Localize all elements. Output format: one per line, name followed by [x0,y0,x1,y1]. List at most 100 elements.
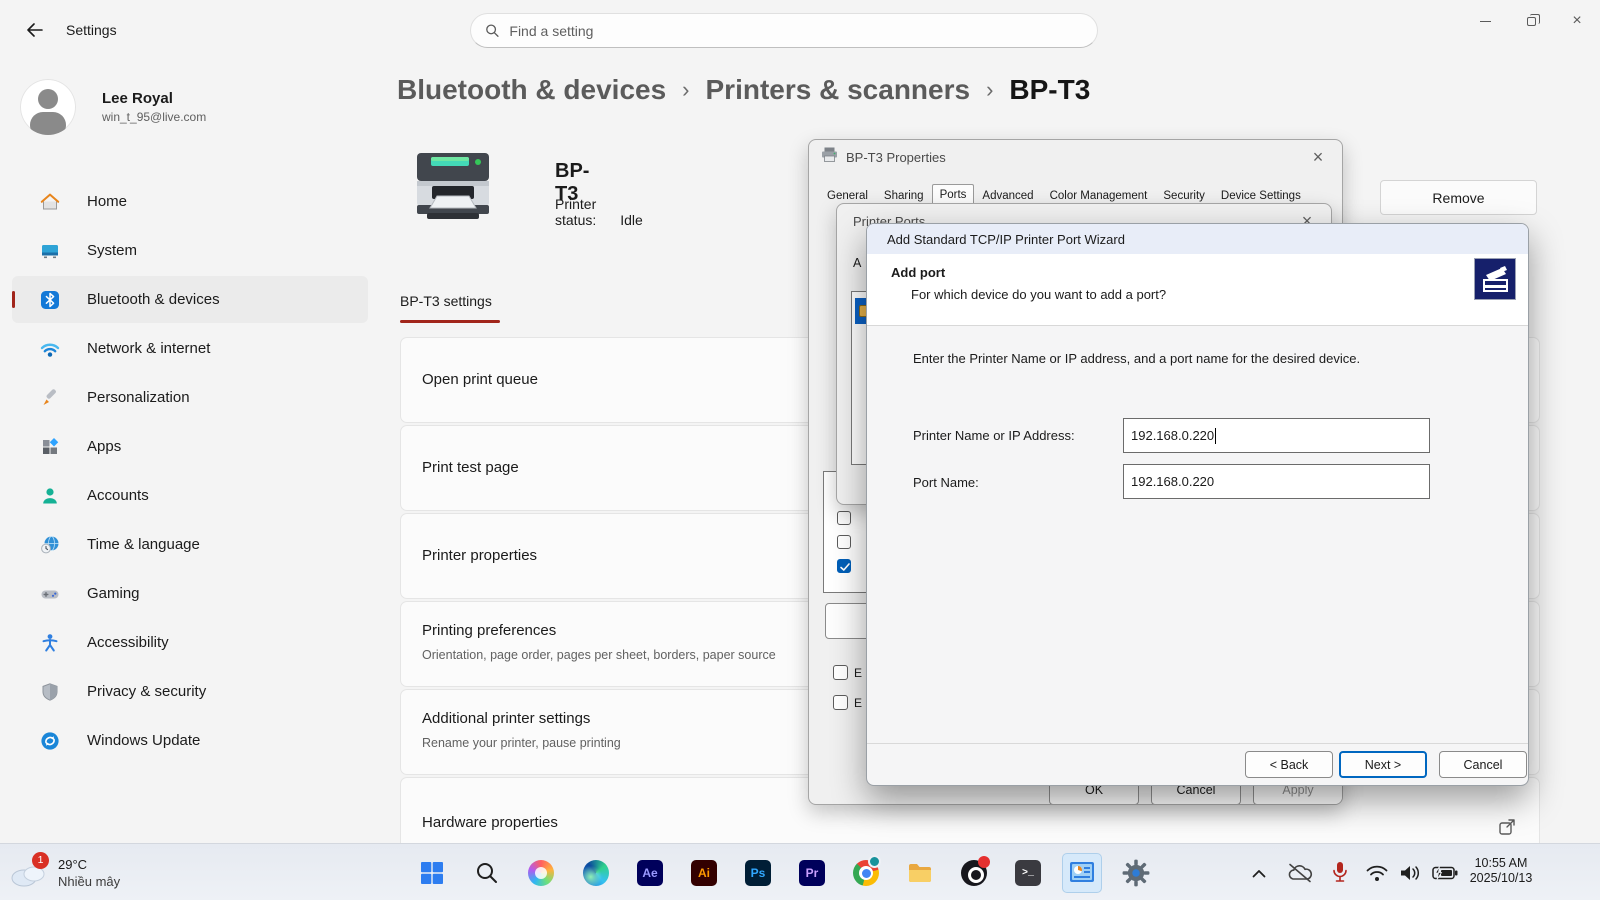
search-input[interactable] [509,23,1083,39]
restore-icon [1527,17,1536,26]
sidebar-item-time-language[interactable]: Time & language [12,521,368,568]
ports-label-fragment: A [853,256,861,270]
close-icon: × [1572,13,1581,29]
port-checkbox[interactable] [837,535,851,549]
wizard-cancel-button[interactable]: Cancel [1439,751,1527,778]
back-button[interactable]: < Back [1245,751,1333,778]
breadcrumb-printers-scanners[interactable]: Printers & scanners [706,74,971,106]
weather-temp: 29°C [58,857,120,872]
person-icon [40,486,60,506]
enable-checkbox-1[interactable]: E [833,665,862,680]
clock-time: 10:55 AM [1455,856,1547,870]
printer-status: Printer status:Idle [555,196,643,228]
user-name: Lee Royal [102,90,206,107]
copilot-icon [528,860,554,886]
search-box[interactable] [470,13,1098,48]
sidebar-item-gaming[interactable]: Gaming [12,570,368,617]
sidebar-item-accounts[interactable]: Accounts [12,472,368,519]
sidebar-item-bluetooth-devices[interactable]: Bluetooth & devices [12,276,368,323]
minimize-icon [1480,21,1491,22]
sidebar-item-label: Bluetooth & devices [87,291,220,308]
weather-widget[interactable]: 1 29°C Nhiều mây [8,849,188,896]
globe-clock-icon [40,535,60,555]
desktop: Settings × Lee Royal win_t_95@live.com H… [0,0,1600,900]
active-app-button[interactable] [1062,853,1102,893]
obs-button[interactable] [954,853,994,893]
chrome-button[interactable] [846,853,886,893]
external-link-icon[interactable] [1498,818,1516,836]
remove-button[interactable]: Remove [1380,180,1537,215]
ip-address-input[interactable]: 192.168.0.220 [1123,418,1430,453]
sidebar-item-accessibility[interactable]: Accessibility [12,619,368,666]
wifi-tray-button[interactable] [1362,853,1392,893]
premiere-button[interactable]: Pr [792,853,832,893]
sidebar-item-label: Personalization [87,389,190,406]
premiere-icon: Pr [799,860,825,886]
card-title: Additional printer settings [422,710,590,727]
volume-button[interactable] [1394,853,1426,893]
close-button[interactable]: × [1554,0,1600,42]
taskbar-search-button[interactable] [467,853,507,893]
search-icon [475,861,499,885]
enable-checkbox-2[interactable]: E [833,695,862,710]
checkbox-label-fragment: E [854,696,862,710]
apps-icon [40,437,60,457]
copilot-button[interactable] [521,853,561,893]
card-title: Printing preferences [422,622,556,639]
clock-date: 2025/10/13 [1455,871,1547,885]
tab-ports[interactable]: Ports [932,184,975,204]
sidebar-item-privacy-security[interactable]: Privacy & security [12,668,368,715]
sidebar-item-label: Accounts [87,487,149,504]
tab-printer-settings[interactable]: BP-T3 settings [400,293,492,309]
wizard-subheading: For which device do you want to add a po… [911,287,1166,302]
user-profile[interactable]: Lee Royal win_t_95@live.com [20,74,360,140]
sidebar-item-label: Time & language [87,536,200,553]
control-panel-icon [1069,860,1095,886]
printer-status-label: Printer status: [555,196,596,228]
sidebar: Lee Royal win_t_95@live.com Home System … [0,60,382,843]
text-caret [1215,428,1216,444]
microphone-button[interactable] [1325,853,1355,893]
port-checkbox[interactable] [837,511,851,525]
properties-dialog-titlebar: BP-T3 Properties × [809,140,1342,174]
sidebar-item-apps[interactable]: Apps [12,423,368,470]
restore-button[interactable] [1508,0,1554,42]
next-button[interactable]: Next > [1339,751,1427,778]
wizard-separator [867,743,1528,744]
port-name-input[interactable]: 192.168.0.220 [1123,464,1430,499]
card-title: Hardware properties [422,814,558,831]
after-effects-button[interactable]: Ae [630,853,670,893]
user-email: win_t_95@live.com [102,110,206,124]
sidebar-item-windows-update[interactable]: Windows Update [12,717,368,764]
sidebar-item-network-internet[interactable]: Network & internet [12,325,368,372]
sidebar-item-label: Network & internet [87,340,210,357]
edge-button[interactable] [576,853,616,893]
brush-icon [40,388,60,408]
settings-gear-button[interactable] [1116,853,1156,893]
clock[interactable]: 10:55 AM 2025/10/13 [1455,853,1547,893]
printer-icon [407,150,499,231]
shield-icon [40,682,60,702]
port-checkbox-checked[interactable] [837,559,851,573]
sidebar-item-system[interactable]: System [12,227,368,274]
onedrive-status-button[interactable] [1283,853,1317,893]
checkbox-icon [833,695,848,710]
properties-close-icon[interactable]: × [1306,145,1330,169]
tray-chevron-button[interactable] [1243,853,1275,893]
start-button[interactable] [412,853,452,893]
sidebar-item-label: Home [87,193,127,210]
sidebar-item-personalization[interactable]: Personalization [12,374,368,421]
illustrator-button[interactable]: Ai [684,853,724,893]
back-button[interactable] [14,14,54,46]
ip-address-label: Printer Name or IP Address: [913,428,1075,443]
sidebar-item-home[interactable]: Home [12,178,368,225]
breadcrumb-bluetooth-devices[interactable]: Bluetooth & devices [397,74,666,106]
wifi-globe-icon [40,339,60,359]
photoshop-button[interactable]: Ps [738,853,778,893]
minimize-button[interactable] [1462,0,1508,42]
file-explorer-button[interactable] [900,853,940,893]
terminal-button[interactable]: >_ [1008,853,1048,893]
wizard-printer-icon [1474,258,1516,300]
accessibility-icon [40,633,60,653]
selected-indicator [12,291,15,308]
